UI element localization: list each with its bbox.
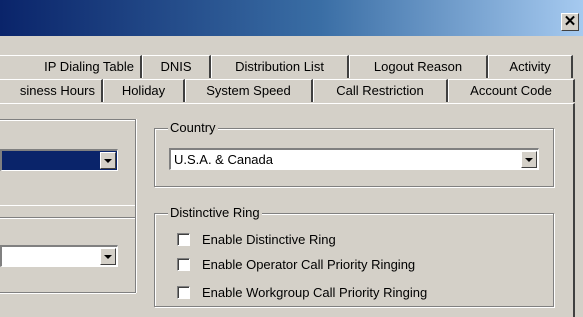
tab-label: Distribution List: [235, 59, 324, 74]
tab-business-hours[interactable]: siness Hours: [0, 79, 103, 102]
left-top-dropdown[interactable]: [0, 149, 118, 171]
tab-label: Activity: [509, 59, 551, 74]
chevron-down-icon[interactable]: [521, 151, 537, 168]
country-select[interactable]: U.S.A. & Canada: [169, 148, 539, 170]
tab-logout-reason[interactable]: Logout Reason: [349, 55, 488, 78]
close-button[interactable]: ✕: [561, 13, 579, 31]
tab-label: Holiday: [121, 83, 166, 98]
checkbox[interactable]: [177, 258, 190, 271]
checkbox-label: Enable Distinctive Ring: [202, 232, 336, 247]
close-icon: ✕: [563, 13, 577, 30]
chevron-down-icon[interactable]: [100, 152, 116, 169]
tab-label: siness Hours: [19, 83, 95, 98]
tab-call-restriction[interactable]: Call Restriction: [313, 79, 448, 102]
tab-label: DNIS: [160, 59, 192, 74]
chevron-down-icon[interactable]: [100, 248, 116, 265]
tab-label: IP Dialing Table: [44, 59, 134, 74]
tab-label: Account Code: [470, 83, 552, 98]
checkbox-label: Enable Operator Call Priority Ringing: [202, 257, 416, 272]
country-legend: Country: [168, 120, 218, 136]
tab-label: Logout Reason: [373, 59, 463, 74]
tab-holiday[interactable]: Holiday: [103, 79, 185, 102]
country-value: U.S.A. & Canada: [174, 152, 273, 167]
checkbox[interactable]: [177, 233, 190, 246]
tab-system-speed[interactable]: System Speed: [185, 79, 313, 102]
tab-label: Call Restriction: [336, 83, 424, 98]
tab-dnis[interactable]: DNIS: [142, 55, 211, 78]
tab-label: System Speed: [206, 83, 291, 98]
country-group: Country U.S.A. & Canada: [154, 120, 554, 187]
tab-distribution-list[interactable]: Distribution List: [211, 55, 349, 78]
checkbox[interactable]: [177, 286, 190, 299]
tab-ip-dialing-table[interactable]: IP Dialing Table: [0, 55, 142, 78]
left-panel-bottom: [0, 205, 136, 293]
distinctive-ring-legend: Distinctive Ring: [168, 205, 262, 221]
left-bottom-dropdown[interactable]: [0, 245, 118, 267]
tab-account-code[interactable]: Account Code: [448, 79, 575, 102]
checkbox-label: Enable Workgroup Call Priority Ringing: [202, 285, 428, 300]
title-bar: ✕: [0, 0, 583, 36]
distinctive-ring-group: Distinctive Ring Enable Distinctive Ring…: [154, 205, 554, 307]
left-panel-top: [0, 119, 136, 218]
tab-activity[interactable]: Activity: [488, 55, 573, 78]
